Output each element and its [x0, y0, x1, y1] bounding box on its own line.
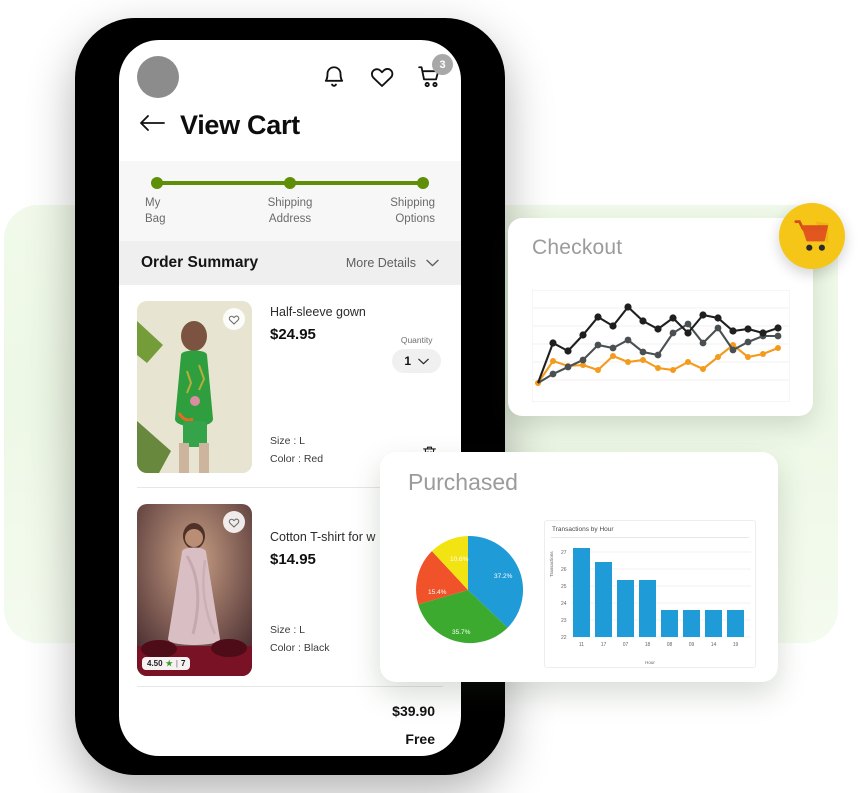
svg-text:23: 23	[561, 618, 567, 624]
checkout-stepper: My Bag Shipping Address Shipping Options	[119, 161, 461, 242]
quantity-stepper[interactable]: Quantity 1	[392, 335, 441, 374]
product-info: Half-sleeve gown $24.95 Quantity 1 Size …	[252, 301, 443, 473]
pie-label-2: 15.4%	[428, 589, 447, 596]
purchased-card: Purchased 37.2% 35.7% 15.4% 10.6% Transa…	[380, 452, 778, 682]
checkout-line-chart	[531, 289, 791, 407]
rating-score: 4.50	[147, 659, 163, 669]
stepper-dot-1[interactable]	[151, 177, 163, 189]
pie-label-3: 10.6%	[450, 556, 469, 563]
chevron-down-icon	[426, 256, 439, 270]
transactions-by-hour-chart: Transactions by Hour 27 26 25 24 23 22 1…	[544, 520, 756, 668]
svg-text:26: 26	[561, 567, 567, 573]
heart-outline-icon[interactable]	[223, 308, 245, 331]
stepper-label-line1: Shipping	[267, 197, 313, 209]
rating-count: 7	[181, 659, 186, 669]
page-title-row: View Cart	[119, 106, 461, 161]
product-size: Size : L	[270, 435, 306, 448]
product-image[interactable]	[137, 301, 252, 474]
shopping-cart-icon	[779, 203, 845, 269]
svg-text:09: 09	[689, 642, 695, 648]
order-summary-bar: Order Summary More Details	[119, 241, 461, 286]
bar-chart-ylabel: Transactions	[549, 551, 554, 577]
stepper-label-shipping-options: Shipping Options	[357, 196, 435, 227]
stepper-label-line1: My	[145, 197, 161, 209]
order-totals: $39.90 Free $44.40	[119, 687, 461, 756]
screenshot-stage: 3 View Cart My Bag Shipping Address Ship…	[0, 0, 861, 793]
svg-text:19: 19	[733, 642, 739, 648]
svg-text:24: 24	[561, 601, 567, 607]
quantity-value: 1	[404, 354, 411, 369]
stepper-labels: My Bag Shipping Address Shipping Options	[145, 196, 435, 227]
more-details-button[interactable]: More Details	[346, 256, 439, 270]
stepper-label-line2: Bag	[145, 212, 166, 225]
heart-icon[interactable]	[369, 64, 395, 90]
svg-text:25: 25	[561, 584, 567, 590]
page-title: View Cart	[180, 110, 300, 140]
bar-chart-title: Transactions by Hour	[552, 526, 614, 533]
total-subtotal: $39.90	[392, 703, 435, 720]
stepper-label-shipping-address: Shipping Address	[251, 196, 329, 227]
app-header: 3	[119, 40, 461, 106]
pie-label-0: 37.2%	[494, 573, 513, 580]
stepper-label-line1: Shipping	[390, 197, 435, 209]
quantity-select[interactable]: 1	[392, 349, 441, 374]
arrow-left-icon[interactable]	[139, 113, 166, 138]
order-summary-title: Order Summary	[141, 254, 259, 272]
total-grand: $44.40	[145, 753, 435, 756]
quantity-label: Quantity	[400, 335, 433, 346]
more-details-label: More Details	[345, 256, 416, 271]
bell-icon[interactable]	[321, 64, 347, 90]
checkout-card-title: Checkout	[532, 236, 623, 259]
svg-text:22: 22	[561, 635, 567, 641]
stepper-dot-2[interactable]	[284, 177, 296, 189]
svg-text:08: 08	[667, 642, 673, 648]
svg-text:14: 14	[711, 642, 717, 648]
rating-separator: |	[175, 659, 178, 669]
stepper-label-line2: Address	[268, 212, 312, 225]
chevron-down-icon	[418, 354, 429, 368]
stepper-track	[151, 177, 429, 189]
stepper-dot-3[interactable]	[417, 177, 429, 189]
purchased-pie-chart: 37.2% 35.7% 15.4% 10.6%	[406, 528, 530, 657]
svg-text:27: 27	[561, 550, 567, 556]
product-name: Half-sleeve gown	[270, 305, 366, 320]
rating-badge: 4.50 ★ | 7	[142, 657, 191, 671]
heart-outline-icon[interactable]	[223, 511, 245, 534]
cart-badge: 3	[432, 54, 453, 75]
header-icon-group: 3	[321, 54, 453, 90]
svg-text:07: 07	[623, 642, 629, 648]
avatar[interactable]	[137, 56, 179, 98]
product-image[interactable]: 4.50 ★ | 7	[137, 504, 252, 677]
bar-chart-xlabel: Hour	[645, 660, 655, 665]
svg-text:18: 18	[645, 642, 651, 648]
cart-item-1[interactable]: Half-sleeve gown $24.95 Quantity 1 Size …	[119, 285, 461, 474]
star-icon: ★	[165, 659, 173, 669]
stepper-label-line2: Options	[395, 212, 435, 225]
cart-icon[interactable]: 3	[417, 54, 453, 90]
svg-text:17: 17	[601, 642, 607, 648]
pie-label-1: 35.7%	[452, 629, 471, 636]
purchased-card-title: Purchased	[408, 469, 518, 495]
total-shipping: Free	[405, 731, 435, 748]
svg-text:11: 11	[579, 642, 584, 648]
checkout-card: Checkout	[508, 203, 845, 416]
stepper-label-my-bag: My Bag	[145, 196, 223, 227]
